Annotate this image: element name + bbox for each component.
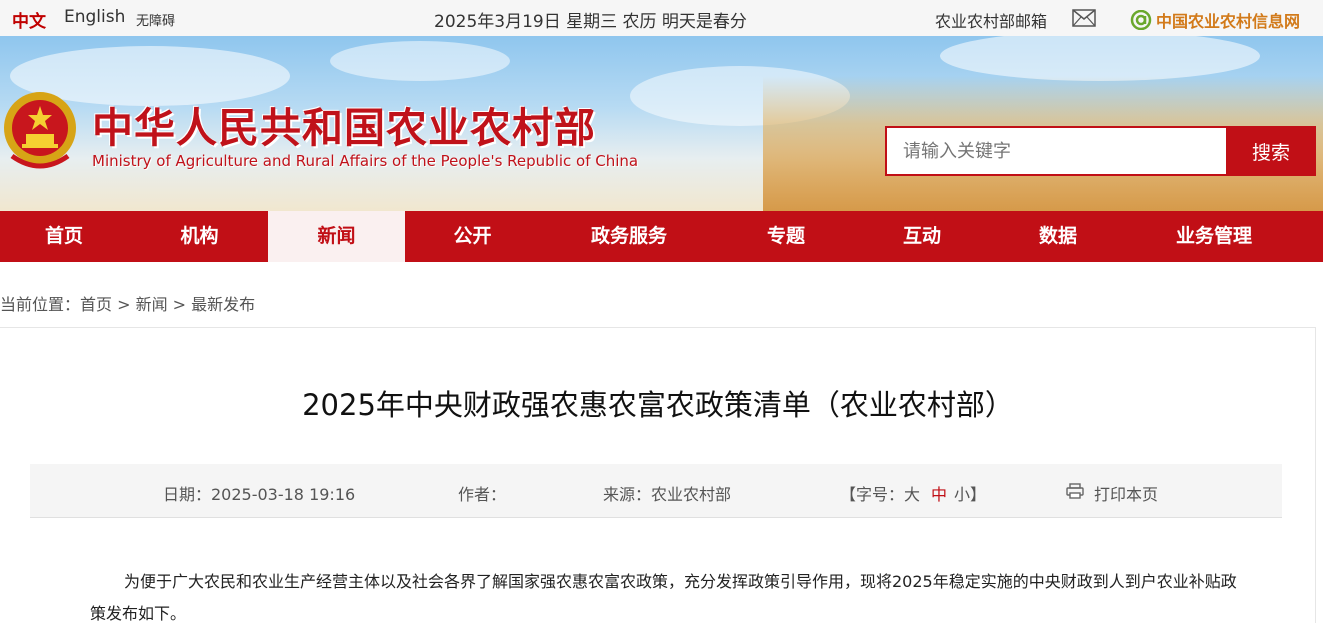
print-page-link[interactable]: 打印本页	[1094, 481, 1158, 505]
font-size-large-button[interactable]: 【字号：大	[840, 481, 920, 505]
nav-item-organization[interactable]: 机构	[133, 211, 266, 262]
header-banner: 中华人民共和国农业农村部 Ministry of Agriculture and…	[0, 36, 1323, 211]
article-meta-bar: 日期：2025-03-18 19:16 作者： 来源：农业农村部 【字号：大 中…	[30, 464, 1282, 518]
article-body-paragraph: 为便于广大农民和农业生产经营主体以及社会各界了解国家强农惠农富农政策，充分发挥政…	[90, 572, 1237, 623]
national-emblem-icon	[4, 92, 76, 169]
accessibility-link[interactable]: 无障碍	[136, 10, 175, 29]
current-date: 2025年3月19日 星期三 农历 明天是春分	[434, 12, 747, 32]
author: 作者：	[458, 485, 507, 504]
search-button[interactable]: 搜索	[1226, 126, 1316, 176]
nav-item-public[interactable]: 公开	[405, 211, 540, 262]
search-input[interactable]	[885, 126, 1228, 176]
nav-item-government-services[interactable]: 政务服务	[545, 211, 713, 262]
nav-item-interaction[interactable]: 互动	[854, 211, 990, 262]
publish-date: 日期：2025-03-18 19:16	[163, 485, 356, 504]
font-size-medium-button[interactable]: 中	[931, 481, 947, 505]
mail-icon[interactable]	[1072, 9, 1096, 27]
nav-item-home[interactable]: 首页	[0, 211, 128, 262]
top-bar: 中文 English 无障碍 2025年3月19日 星期三 农历 明天是春分 农…	[0, 0, 1323, 36]
language-english-link[interactable]: English	[64, 7, 125, 27]
breadcrumb[interactable]: 当前位置：首页 > 新闻 > 最新发布	[0, 291, 255, 315]
nav-item-news[interactable]: 新闻	[268, 211, 405, 262]
at-sign-icon	[1130, 10, 1152, 30]
article-container: 2025年中央财政强农惠农富农政策清单（农业农村部） 日期：2025-03-18…	[0, 327, 1316, 623]
language-chinese-link[interactable]: 中文	[12, 7, 46, 32]
agri-info-network-link[interactable]: 中国农业农村信息网	[1130, 8, 1300, 32]
nav-item-data[interactable]: 数据	[990, 211, 1126, 262]
printer-icon[interactable]	[1066, 483, 1084, 499]
article-title: 2025年中央财政强农惠农富农政策清单（农业农村部）	[302, 388, 1014, 422]
site-title-english: Ministry of Agriculture and Rural Affair…	[92, 152, 639, 170]
nav-item-topics[interactable]: 专题	[718, 211, 854, 262]
source: 来源：农业农村部	[603, 485, 732, 504]
agri-info-network-label: 中国农业农村信息网	[1156, 12, 1301, 31]
nav-item-business-management[interactable]: 业务管理	[1126, 211, 1302, 262]
font-size-small-button[interactable]: 小】	[954, 481, 986, 505]
site-title-chinese[interactable]: 中华人民共和国农业农村部	[92, 94, 596, 154]
ministry-mail-link[interactable]: 农业农村部邮箱	[935, 8, 1047, 32]
main-nav: 首页 机构 新闻 公开 政务服务 专题 互动 数据 业务管理	[0, 211, 1323, 262]
